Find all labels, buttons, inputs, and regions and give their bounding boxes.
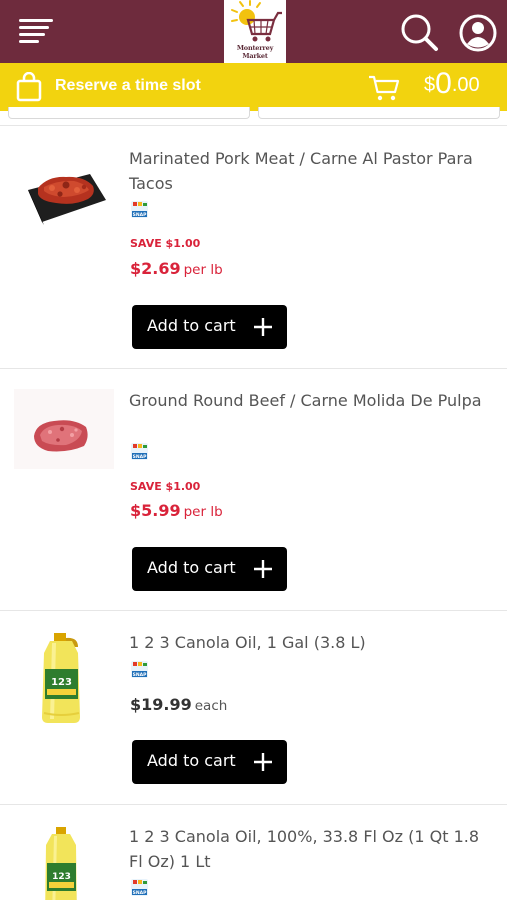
logo-text: Monterrey Market <box>236 44 274 60</box>
product-image[interactable]: 123 <box>14 629 114 729</box>
add-to-cart-label: Add to cart <box>147 558 236 577</box>
filter-dropdown-right[interactable] <box>258 107 500 119</box>
cart-total[interactable]: $0.00 <box>424 67 480 101</box>
snap-ebt-icon: SNAP <box>130 878 149 897</box>
filter-strip <box>0 107 507 125</box>
account-icon[interactable] <box>458 13 498 53</box>
store-logo[interactable]: Monterrey Market <box>224 0 286 63</box>
product-image[interactable]: 123 <box>14 823 114 900</box>
plus-icon <box>254 753 272 771</box>
snap-ebt-icon: SNAP <box>130 442 149 461</box>
price-amount: $5.99 <box>130 501 181 520</box>
price-amount: $2.69 <box>130 259 181 278</box>
cart-dollars: 0 <box>435 67 452 100</box>
save-badge: SAVE $1.00 <box>130 480 201 493</box>
snap-ebt-icon: SNAP <box>130 660 149 679</box>
plus-icon <box>254 318 272 336</box>
cart-currency: $ <box>424 74 436 96</box>
svg-text:123: 123 <box>51 677 72 688</box>
save-badge: SAVE $1.00 <box>130 237 201 250</box>
menu-icon[interactable] <box>19 19 55 45</box>
reserve-slot-bar: Reserve a time slot $0.00 <box>0 63 507 111</box>
cart-cents: .00 <box>451 74 480 96</box>
add-to-cart-label: Add to cart <box>147 751 236 770</box>
add-to-cart-button[interactable]: Add to cart <box>132 740 287 784</box>
svg-text:SNAP: SNAP <box>133 672 147 678</box>
add-to-cart-button[interactable]: Add to cart <box>132 305 287 349</box>
svg-text:SNAP: SNAP <box>133 212 147 218</box>
svg-text:123: 123 <box>52 872 71 882</box>
product-image[interactable] <box>14 389 114 489</box>
price-amount: $19.99 <box>130 695 192 714</box>
search-icon[interactable] <box>400 13 440 53</box>
product-card: 123 1 2 3 Canola Oil, 1 Gal (3.8 L) SNAP… <box>0 610 507 804</box>
product-name[interactable]: Marinated Pork Meat / Carne Al Pastor Pa… <box>129 147 489 196</box>
product-price: $5.99 per lb <box>130 501 223 520</box>
product-card: Marinated Pork Meat / Carne Al Pastor Pa… <box>0 125 507 368</box>
top-header: Monterrey Market <box>0 0 507 63</box>
product-name[interactable]: 1 2 3 Canola Oil, 100%, 33.8 Fl Oz (1 Qt… <box>129 825 489 874</box>
reserve-time-slot-link[interactable]: Reserve a time slot <box>55 77 201 95</box>
shopping-bag-icon[interactable] <box>16 71 42 102</box>
product-card: 123 1 2 3 Canola Oil, 100%, 33.8 Fl Oz (… <box>0 804 507 900</box>
snap-ebt-icon: SNAP <box>130 200 149 219</box>
add-to-cart-button[interactable]: Add to cart <box>132 547 287 591</box>
filter-dropdown-left[interactable] <box>8 107 250 119</box>
price-unit: each <box>194 698 228 714</box>
cart-icon[interactable] <box>368 74 400 102</box>
product-price: $19.99 each <box>130 695 227 714</box>
product-price: $2.69 per lb <box>130 259 223 278</box>
add-to-cart-label: Add to cart <box>147 316 236 335</box>
svg-text:SNAP: SNAP <box>133 454 147 460</box>
product-image[interactable] <box>14 146 114 246</box>
price-unit: per lb <box>183 504 223 520</box>
svg-text:SNAP: SNAP <box>133 890 147 896</box>
plus-icon <box>254 560 272 578</box>
product-name[interactable]: Ground Round Beef / Carne Molida De Pulp… <box>129 389 489 414</box>
product-card: Ground Round Beef / Carne Molida De Pulp… <box>0 368 507 610</box>
price-unit: per lb <box>183 262 223 278</box>
product-name[interactable]: 1 2 3 Canola Oil, 1 Gal (3.8 L) <box>129 631 489 656</box>
